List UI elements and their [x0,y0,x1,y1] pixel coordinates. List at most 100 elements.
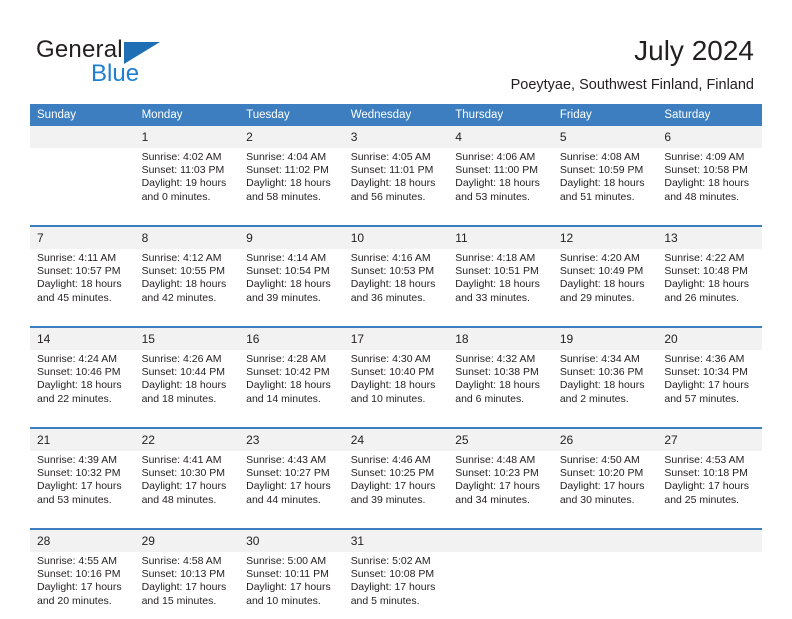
sunset-text: Sunset: 10:48 PM [664,265,748,278]
day-detail-30: Sunrise: 5:00 AM Sunset: 10:11 PM Daylig… [239,552,344,619]
day-detail-29: Sunrise: 4:58 AM Sunset: 10:13 PM Daylig… [134,552,240,619]
brand-name-blue: Blue [91,60,140,87]
day-number-23[interactable]: 23 [239,429,344,451]
sunset-text: Sunset: 10:57 PM [37,265,121,278]
daylight-text-cont: and 2 minutes. [559,392,629,405]
day-detail-25: Sunrise: 4:48 AM Sunset: 10:23 PM Daylig… [448,451,553,518]
day-detail-24: Sunrise: 4:46 AM Sunset: 10:25 PM Daylig… [343,451,449,518]
sunrise-text: Sunrise: 4:16 AM [350,252,431,264]
day-number-5[interactable]: 5 [552,126,658,148]
daylight-text: Daylight: 18 hours [559,177,645,190]
daylight-text-cont: and 34 minutes. [455,493,530,506]
sunset-text: Sunset: 10:16 PM [37,568,121,581]
day-detail-7: Sunrise: 4:11 AM Sunset: 10:57 PM Daylig… [30,249,135,316]
sunset-text: Sunset: 10:59 PM [559,164,644,177]
daylight-text: Daylight: 18 hours [559,379,645,392]
sunrise-text: Sunrise: 4:20 AM [559,252,640,264]
brand-logo[interactable]: General Blue [36,36,236,88]
daylight-text: Daylight: 17 hours [37,581,122,594]
daylight-text-cont: and 5 minutes. [350,594,420,607]
day-number-24[interactable]: 24 [343,429,449,451]
day-number-4[interactable]: 4 [448,126,553,148]
daylight-text-cont: and 26 minutes. [664,291,740,304]
daylight-text: Daylight: 18 hours [350,177,436,190]
sunrise-text: Sunrise: 5:02 AM [350,555,431,567]
day-number-7[interactable]: 7 [30,227,135,249]
day-number-21[interactable]: 21 [30,429,135,451]
sunrise-text: Sunrise: 4:06 AM [455,151,536,163]
day-number-15[interactable]: 15 [134,328,240,350]
sunrise-text: Sunrise: 4:53 AM [664,454,745,466]
day-detail-empty [552,552,658,619]
day-number-11[interactable]: 11 [448,227,553,249]
day-number-30[interactable]: 30 [239,530,344,552]
sunset-text: Sunset: 10:25 PM [350,467,435,480]
day-detail-12: Sunrise: 4:20 AM Sunset: 10:49 PM Daylig… [552,249,658,316]
sunrise-text: Sunrise: 4:39 AM [37,454,117,466]
sunrise-text: Sunrise: 4:50 AM [559,454,640,466]
sunset-text: Sunset: 10:08 PM [350,568,435,581]
day-detail-19: Sunrise: 4:34 AM Sunset: 10:36 PM Daylig… [552,350,658,417]
day-number-28[interactable]: 28 [30,530,135,552]
day-detail-27: Sunrise: 4:53 AM Sunset: 10:18 PM Daylig… [657,451,762,518]
day-number-9[interactable]: 9 [239,227,344,249]
day-number-18[interactable]: 18 [448,328,553,350]
day-detail-empty [657,552,762,619]
sunset-text: Sunset: 10:32 PM [37,467,121,480]
day-number-29[interactable]: 29 [134,530,240,552]
day-detail-14: Sunrise: 4:24 AM Sunset: 10:46 PM Daylig… [30,350,135,417]
day-cell-empty [448,530,553,552]
day-number-22[interactable]: 22 [134,429,240,451]
page-title: July 2024 [634,35,754,66]
daylight-text-cont: and 30 minutes. [559,493,635,506]
daylight-text: Daylight: 18 hours [455,379,540,392]
sunrise-text: Sunrise: 4:22 AM [664,252,745,264]
daylight-text: Daylight: 18 hours [664,278,750,291]
sunrise-text: Sunrise: 4:02 AM [141,151,222,163]
day-detail-9: Sunrise: 4:14 AM Sunset: 10:54 PM Daylig… [239,249,344,316]
daylight-text-cont: and 39 minutes. [350,493,426,506]
day-number-20[interactable]: 20 [657,328,762,350]
week-5-details: Sunrise: 4:55 AM Sunset: 10:16 PM Daylig… [30,552,762,619]
daylight-text: Daylight: 17 hours [141,480,227,493]
day-number-2[interactable]: 2 [239,126,344,148]
daylight-text-cont: and 0 minutes. [141,190,211,203]
sunset-text: Sunset: 11:02 PM [246,164,329,177]
sunrise-text: Sunrise: 4:41 AM [141,454,222,466]
sunset-text: Sunset: 10:23 PM [455,467,539,480]
day-number-31[interactable]: 31 [343,530,449,552]
page-header: General Blue July 2024 Poeytyae, Southwe… [0,0,792,104]
sunset-text: Sunset: 10:40 PM [350,366,435,379]
day-number-1[interactable]: 1 [134,126,240,148]
sunset-text: Sunset: 10:44 PM [141,366,226,379]
weekday-header-saturday: Saturday [657,104,762,126]
day-number-14[interactable]: 14 [30,328,135,350]
weekday-header-monday: Monday [134,104,240,126]
daylight-text: Daylight: 18 hours [141,278,227,291]
day-number-12[interactable]: 12 [552,227,658,249]
day-number-6[interactable]: 6 [657,126,762,148]
weekday-header-tuesday: Tuesday [239,104,344,126]
daylight-text-cont: and 53 minutes. [455,190,530,203]
sunset-text: Sunset: 10:34 PM [664,366,748,379]
daylight-text-cont: and 14 minutes. [246,392,321,405]
day-detail-empty [448,552,553,619]
day-number-13[interactable]: 13 [657,227,762,249]
day-number-8[interactable]: 8 [134,227,240,249]
day-number-26[interactable]: 26 [552,429,658,451]
day-number-25[interactable]: 25 [448,429,553,451]
calendar-table: Sunday Monday Tuesday Wednesday Thursday… [30,104,762,619]
day-number-19[interactable]: 19 [552,328,658,350]
sunset-text: Sunset: 11:01 PM [350,164,434,177]
day-number-16[interactable]: 16 [239,328,344,350]
day-number-17[interactable]: 17 [343,328,449,350]
sunset-text: Sunset: 10:54 PM [246,265,330,278]
day-number-3[interactable]: 3 [343,126,449,148]
day-detail-3: Sunrise: 4:05 AM Sunset: 11:01 PM Daylig… [343,148,449,215]
day-detail-22: Sunrise: 4:41 AM Sunset: 10:30 PM Daylig… [134,451,240,518]
day-number-27[interactable]: 27 [657,429,762,451]
sunset-text: Sunset: 10:30 PM [141,467,226,480]
day-number-10[interactable]: 10 [343,227,449,249]
daylight-text: Daylight: 17 hours [246,480,331,493]
daylight-text-cont: and 58 minutes. [246,190,321,203]
